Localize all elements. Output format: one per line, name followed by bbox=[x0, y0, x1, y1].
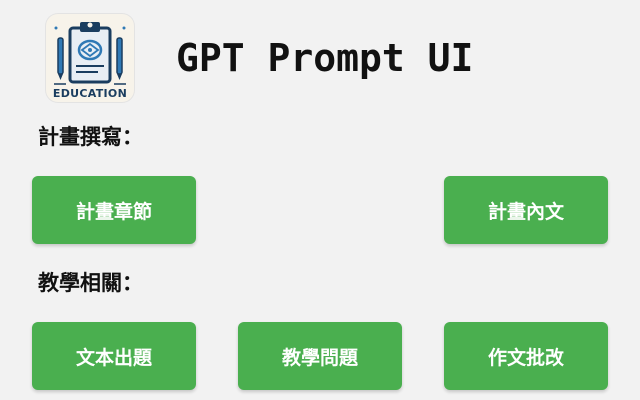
plan-content-button[interactable]: 計畫內文 bbox=[444, 176, 608, 244]
section-title-plan-writing: 計畫撰寫： bbox=[38, 125, 143, 149]
app-header: EDUCATION GPT Prompt UI bbox=[0, 0, 640, 110]
logo-label: EDUCATION bbox=[52, 87, 128, 100]
essay-grading-button[interactable]: 作文批改 bbox=[444, 322, 608, 390]
text-question-button[interactable]: 文本出題 bbox=[32, 322, 196, 390]
teaching-question-button[interactable]: 教學問題 bbox=[238, 322, 402, 390]
section-title-teaching: 教學相關： bbox=[38, 271, 143, 295]
plan-chapters-button[interactable]: 計畫章節 bbox=[32, 176, 196, 244]
education-clipboard-icon: EDUCATION bbox=[46, 14, 134, 102]
app-title: GPT Prompt UI bbox=[176, 36, 474, 80]
